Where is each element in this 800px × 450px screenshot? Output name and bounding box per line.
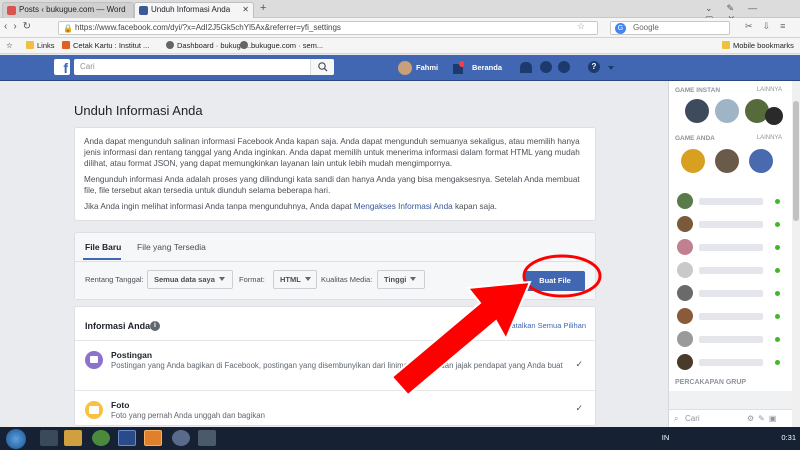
your-games-heading: GAME ANDA: [675, 135, 715, 142]
taskbar-app-icon[interactable]: [118, 430, 136, 446]
group-chat-item[interactable]: [669, 391, 792, 409]
clock[interactable]: 0:31: [781, 433, 796, 442]
chat-options-icons[interactable]: ⚙✎▣: [747, 410, 780, 427]
online-dot-icon: [775, 337, 780, 342]
game-icon[interactable]: [715, 99, 739, 123]
game-icon[interactable]: [765, 107, 783, 125]
system-tray[interactable]: IN 0:31: [662, 433, 796, 442]
avatar[interactable]: [677, 308, 693, 324]
start-button-icon[interactable]: [6, 429, 26, 449]
more-link[interactable]: LAINNYA: [757, 135, 782, 141]
page-scrollbar[interactable]: [792, 81, 800, 427]
language-indicator[interactable]: IN: [662, 433, 670, 442]
online-dot-icon: [775, 291, 780, 296]
contact-name[interactable]: [699, 267, 763, 274]
contact-name[interactable]: [699, 290, 763, 297]
avatar[interactable]: [677, 239, 693, 255]
contact-name[interactable]: [699, 313, 763, 320]
contact-name[interactable]: [699, 244, 763, 251]
online-dot-icon: [775, 245, 780, 250]
online-dot-icon: [775, 222, 780, 227]
game-icon[interactable]: [749, 149, 773, 173]
online-dot-icon: [775, 199, 780, 204]
highlight-circle: [522, 254, 602, 298]
avatar[interactable]: [677, 216, 693, 232]
taskbar-app-icon[interactable]: [40, 430, 58, 446]
online-dot-icon: [775, 314, 780, 319]
chat-sidebar: GAME INSTAN LAINNYA GAME ANDA LAINNYA PE…: [668, 81, 792, 427]
search-icon: ⌕: [674, 414, 679, 423]
game-icon[interactable]: [681, 149, 705, 173]
contact-name[interactable]: [699, 359, 763, 366]
windows-taskbar: IN 0:31: [0, 427, 800, 450]
contact-name[interactable]: [699, 336, 763, 343]
avatar[interactable]: [677, 193, 693, 209]
avatar[interactable]: [677, 354, 693, 370]
scrollbar-thumb[interactable]: [793, 101, 799, 221]
instant-games-heading: GAME INSTAN: [675, 87, 721, 94]
game-icon[interactable]: [685, 99, 709, 123]
red-arrow-icon: [390, 280, 532, 397]
online-dot-icon: [775, 360, 780, 365]
game-icon[interactable]: [715, 149, 739, 173]
contact-name[interactable]: [699, 198, 763, 205]
more-link[interactable]: LAINNYA: [757, 87, 782, 93]
contact-name[interactable]: [699, 221, 763, 228]
chat-search-input[interactable]: ⌕ Cari ⚙✎▣: [669, 409, 792, 427]
chat-search-placeholder: Cari: [685, 414, 700, 423]
taskbar-app-icon[interactable]: [198, 430, 216, 446]
avatar[interactable]: [677, 285, 693, 301]
group-chats-heading: PERCAKAPAN GRUP: [675, 379, 747, 386]
taskbar-app-icon[interactable]: [172, 430, 190, 446]
avatar[interactable]: [677, 262, 693, 278]
taskbar-app-icon[interactable]: [144, 430, 162, 446]
online-dot-icon: [775, 268, 780, 273]
folder-icon[interactable]: [64, 430, 82, 446]
avatar[interactable]: [677, 331, 693, 347]
chrome-icon[interactable]: [92, 430, 110, 446]
